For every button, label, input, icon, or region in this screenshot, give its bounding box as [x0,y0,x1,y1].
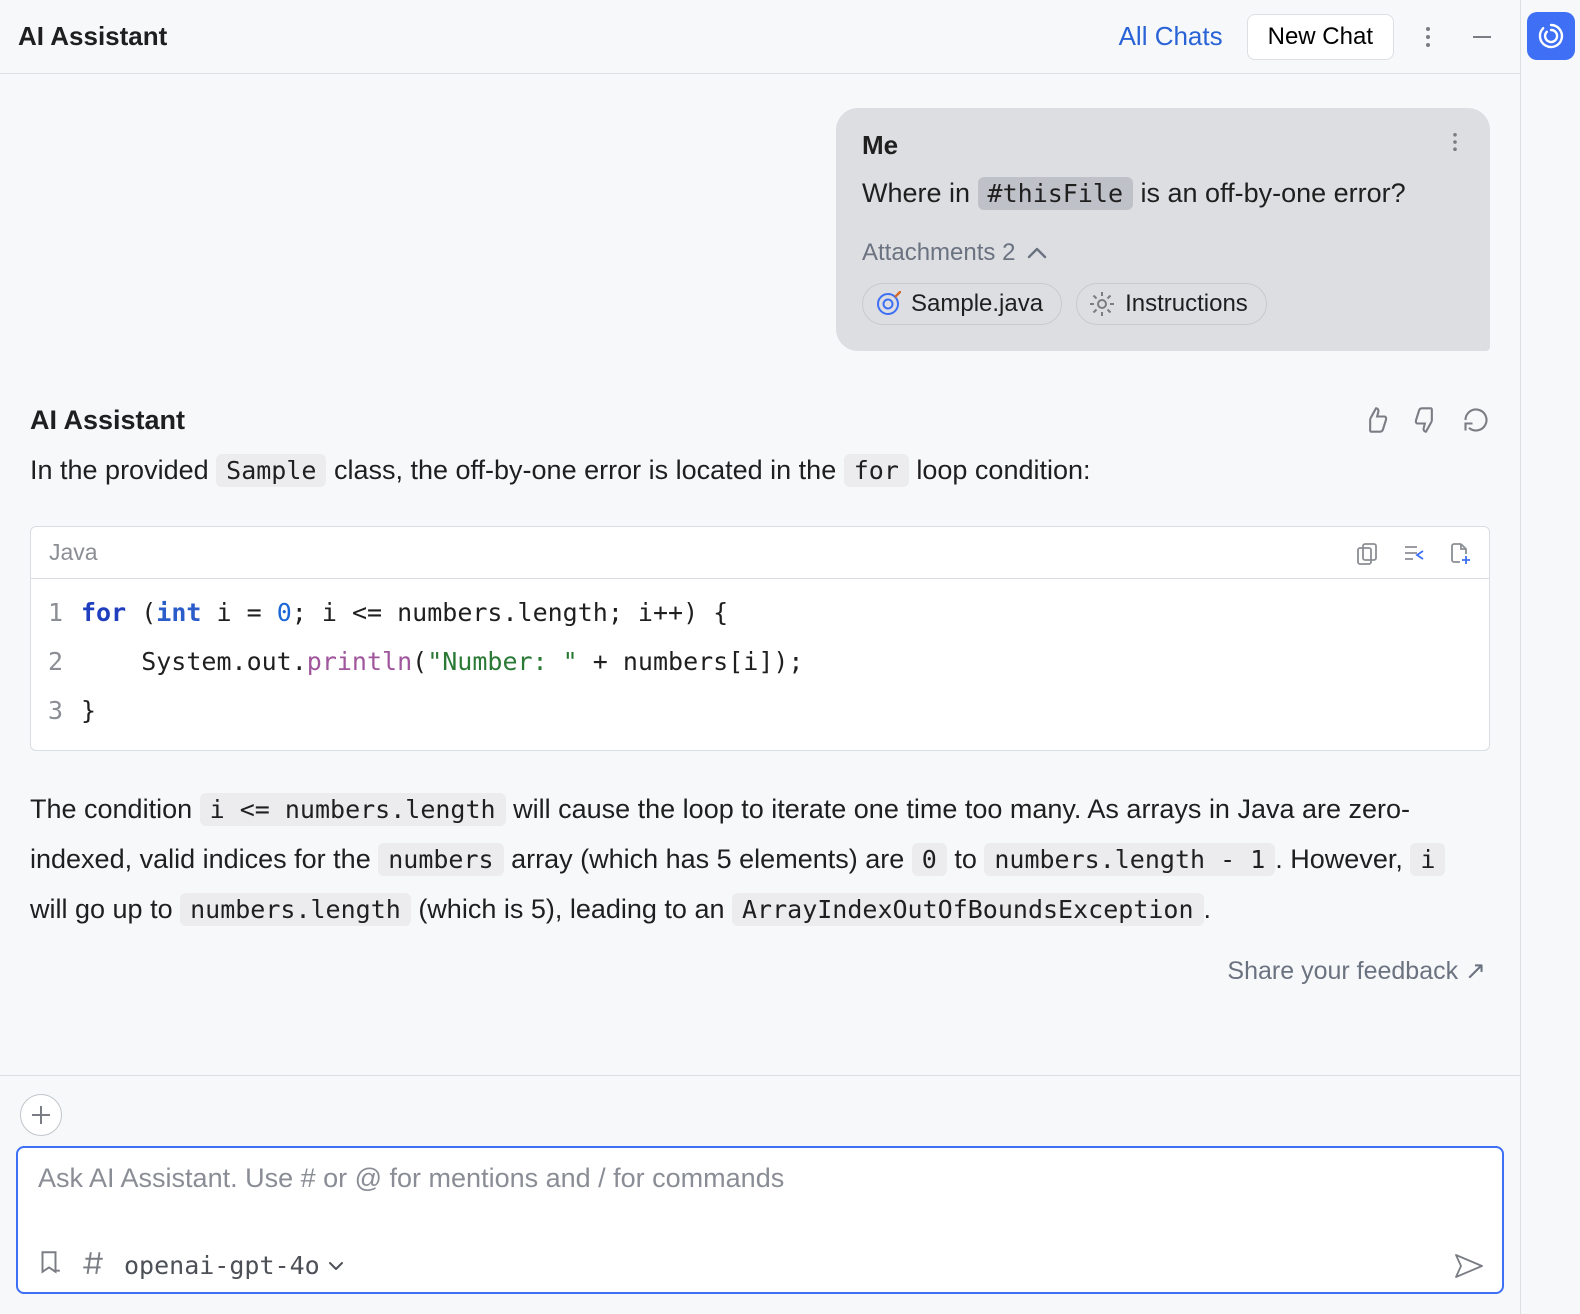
inline-code: for [844,454,909,487]
inline-code: i <= numbers.length [200,793,506,826]
text-span: In the provided [30,455,216,485]
inline-code: numbers.length [180,893,411,926]
attachments-label: Attachments 2 [862,239,1015,267]
text-span: . [1204,894,1212,924]
brand-icon[interactable] [1527,12,1575,60]
message-input[interactable] [36,1162,1484,1195]
composer: openai-gpt-4o [16,1146,1504,1294]
text-span: loop condition: [909,455,1091,485]
code-language-label: Java [49,539,98,566]
inline-code: ArrayIndexOutOfBoundsException [732,893,1204,926]
inline-code: numbers [378,843,503,876]
chevron-up-icon [1027,246,1047,260]
target-icon [875,291,901,317]
add-attachment-button[interactable] [20,1094,62,1136]
text-span: array (which has 5 elements) are [504,844,912,874]
inline-code: numbers.length - 1 [984,843,1275,876]
attachment-chip-instructions[interactable]: Instructions [1076,283,1267,325]
right-rail [1520,0,1580,1314]
chevron-down-icon [328,1260,344,1272]
minimize-icon[interactable] [1462,17,1502,57]
text-span: (which is 5), leading to an [411,894,732,924]
composer-area: openai-gpt-4o [0,1075,1520,1314]
inline-code: Sample [216,454,326,487]
more-icon[interactable] [1408,17,1448,57]
code-gutter: 123 [31,579,75,749]
send-button[interactable] [1454,1253,1484,1279]
regenerate-icon[interactable] [1462,406,1490,434]
attachment-chip-label: Sample.java [911,290,1043,318]
model-name: openai-gpt-4o [124,1251,320,1280]
share-feedback-link[interactable]: Share your feedback ↗ [30,956,1486,986]
text-span: will go up to [30,894,180,924]
text-span: The condition [30,794,200,824]
code-content: for (int i = 0; i <= numbers.length; i++… [75,579,1489,749]
assistant-message: AI Assistant In the provided Sample clas… [30,405,1490,987]
thumbs-up-icon[interactable] [1362,406,1390,434]
inline-code: 0 [912,843,947,876]
attachment-chip-file[interactable]: Sample.java [862,283,1062,325]
panel-header: AI Assistant All Chats New Chat [0,0,1520,74]
text-span: to [947,844,985,874]
thumbs-down-icon[interactable] [1412,406,1440,434]
message-more-icon[interactable] [1446,131,1464,160]
insert-icon[interactable] [1401,541,1425,565]
bookmark-icon[interactable] [36,1249,62,1282]
all-chats-link[interactable]: All Chats [1119,21,1223,52]
gear-icon [1089,291,1115,317]
attachment-chip-label: Instructions [1125,290,1248,318]
text-span: class, the off-by-one error is located i… [326,455,843,485]
create-file-icon[interactable] [1447,541,1471,565]
user-message-text: Where in #thisFile is an off-by-one erro… [862,173,1464,215]
attachments-toggle[interactable]: Attachments 2 [862,239,1464,267]
hash-icon[interactable] [80,1249,106,1282]
new-chat-button[interactable]: New Chat [1247,14,1394,60]
user-text-after: is an off-by-one error? [1133,178,1406,208]
text-span: . However, [1275,844,1410,874]
assistant-explanation: The condition i <= numbers.length will c… [30,785,1490,935]
panel-title: AI Assistant [18,21,167,52]
assistant-intro-text: In the provided Sample class, the off-by… [30,448,1490,493]
user-message-bubble: Me Where in #thisFile is an off-by-one e… [836,108,1490,351]
model-selector[interactable]: openai-gpt-4o [124,1251,344,1280]
copy-icon[interactable] [1355,541,1379,565]
user-text-before: Where in [862,178,978,208]
mention-chip[interactable]: #thisFile [978,177,1133,210]
user-author-label: Me [862,130,898,161]
inline-code: i [1410,843,1445,876]
code-block: Java 123 for (int i = 0; i <= numbers.le… [30,526,1490,750]
assistant-author-label: AI Assistant [30,405,185,436]
